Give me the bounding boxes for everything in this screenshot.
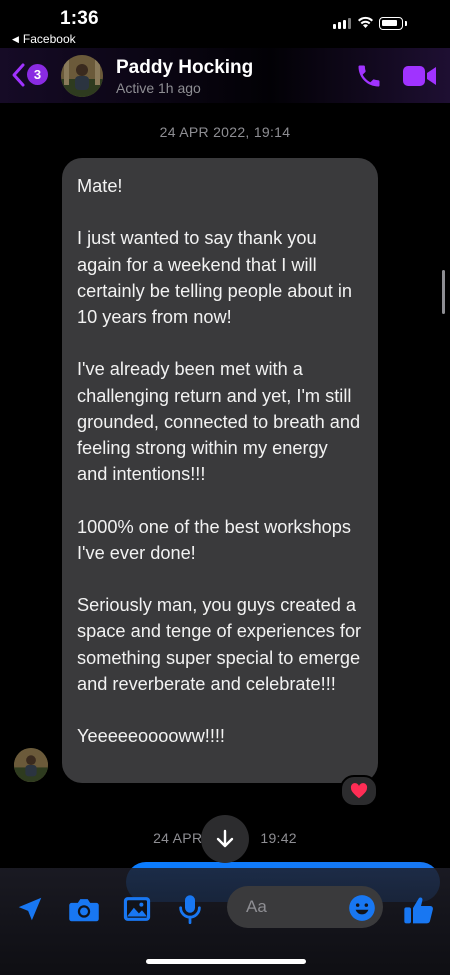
thumbs-up-icon[interactable]	[403, 894, 435, 926]
sender-avatar[interactable]	[14, 748, 48, 782]
incoming-message-bubble[interactable]: Mate! I just wanted to say thank you aga…	[62, 158, 378, 783]
home-indicator[interactable]	[146, 959, 306, 964]
back-triangle-icon: ◀	[12, 33, 19, 44]
microphone-icon[interactable]	[177, 894, 203, 924]
wifi-icon	[358, 16, 373, 28]
message-paragraph: Mate!	[77, 176, 123, 196]
gallery-icon[interactable]	[122, 894, 152, 924]
message-paragraph: I just wanted to say thank you again for…	[77, 228, 353, 327]
message-timestamp: 24 APR 2022, 19:14	[159, 124, 291, 140]
phone-call-icon[interactable]	[355, 62, 383, 90]
battery-icon	[379, 17, 407, 30]
status-time: 1:36	[60, 8, 99, 29]
message-paragraph: Yeeeeeooooww!!!!	[77, 726, 225, 747]
contact-avatar[interactable]	[61, 55, 103, 97]
video-call-icon[interactable]	[403, 64, 437, 88]
scrollbar[interactable]	[442, 270, 445, 314]
message-input[interactable]	[244, 896, 348, 918]
back-app-label: Facebook	[22, 32, 76, 46]
message-paragraph: 1000% one of the best workshops I've eve…	[77, 516, 352, 563]
arrow-down-icon	[216, 829, 234, 848]
message-paragraph: Seriously man, you guys created a space …	[77, 595, 362, 694]
back-chevron-icon[interactable]	[10, 62, 26, 88]
cellular-signal-icon	[333, 18, 351, 29]
back-to-app-link[interactable]: ◀ Facebook	[12, 32, 76, 46]
emoji-icon[interactable]	[348, 894, 376, 922]
location-icon[interactable]	[15, 894, 45, 924]
contact-name[interactable]: Paddy Hocking	[116, 57, 253, 79]
heart-icon	[350, 783, 368, 799]
timestamp-time: 19:42	[260, 830, 297, 846]
scroll-to-bottom-button[interactable]	[201, 815, 249, 863]
contact-active-status: Active 1h ago	[116, 80, 201, 96]
camera-icon[interactable]	[68, 894, 100, 924]
timestamp-date: 24 APR	[153, 830, 203, 846]
message-paragraph: I've already been met with a challenging…	[77, 359, 361, 485]
heart-reaction[interactable]	[340, 775, 378, 807]
unread-count-badge[interactable]: 3	[27, 64, 48, 85]
